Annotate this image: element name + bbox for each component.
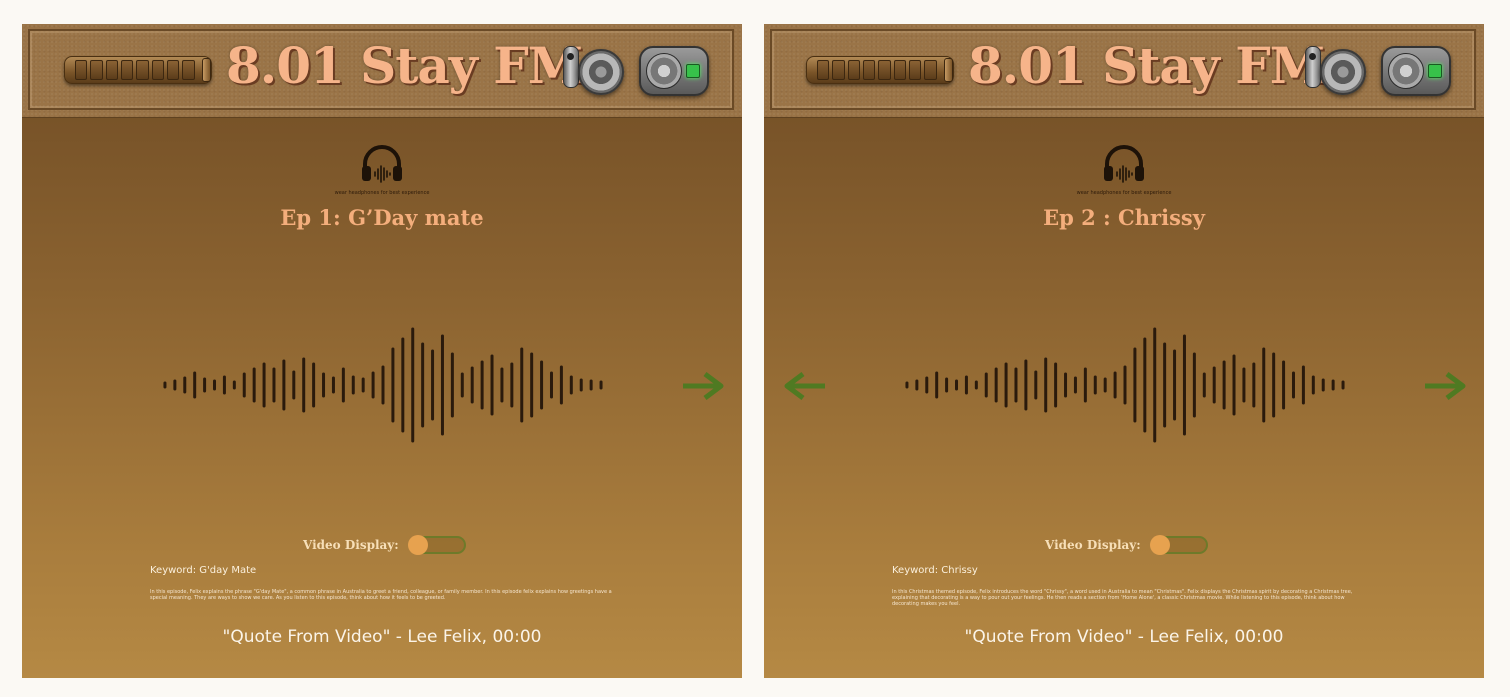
radio-header: 8.01 Stay FM (22, 24, 742, 118)
video-display-label: Video Display: (1045, 538, 1141, 552)
episode-quote: "Quote From Video" - Lee Felix, 00:00 (222, 627, 542, 647)
power-led-icon (1428, 64, 1442, 78)
episode-quote: "Quote From Video" - Lee Felix, 00:00 (964, 627, 1284, 647)
video-display-toggle[interactable] (407, 535, 466, 555)
arrow-right-icon[interactable] (1423, 371, 1467, 401)
speaker-icon (1320, 49, 1366, 95)
speaker-icon (578, 49, 624, 95)
episode-title: Ep 1: G’Day mate (280, 205, 484, 230)
volume-knob-icon[interactable] (1305, 46, 1321, 88)
episode-panel-2: 8.01 Stay FM wear headphones for best ex… (764, 24, 1484, 678)
video-display-label: Video Display: (303, 538, 399, 552)
episode-description: In this episode, Felix explains the phra… (150, 589, 612, 601)
episode-description: In this Christmas themed episode, Felix … (892, 589, 1353, 607)
keyword-text: Keyword: G'day Mate (150, 565, 257, 576)
video-display-row: Video Display: (1045, 533, 1208, 557)
radio-dial[interactable] (806, 56, 954, 84)
volume-knob-icon[interactable] (563, 46, 579, 88)
arrow-right-icon[interactable] (681, 371, 725, 401)
episode-panel-1: 8.01 Stay FM wear headphones for best ex… (22, 24, 742, 678)
tuner-knob-icon[interactable] (639, 46, 709, 96)
station-title: 8.01 Stay FM (226, 36, 583, 95)
headphones-icon (362, 145, 402, 183)
headphones-tip: wear headphones for best experience (1076, 190, 1172, 196)
headphones-icon (1104, 145, 1144, 183)
toggle-thumb (1149, 535, 1170, 555)
keyword-text: Keyword: Chrissy (892, 565, 978, 576)
headphones-tip: wear headphones for best experience (334, 190, 430, 196)
video-display-row: Video Display: (303, 533, 466, 557)
audio-waveform[interactable] (902, 322, 1348, 448)
radio-header: 8.01 Stay FM (764, 24, 1484, 118)
power-led-icon (686, 64, 700, 78)
audio-waveform[interactable] (160, 322, 606, 448)
video-display-toggle[interactable] (1149, 535, 1208, 555)
station-title: 8.01 Stay FM (968, 36, 1325, 95)
toggle-thumb (407, 535, 428, 555)
arrow-left-icon[interactable] (783, 371, 827, 401)
episode-title: Ep 2 : Chrissy (1043, 205, 1205, 230)
radio-dial[interactable] (64, 56, 212, 84)
tuner-knob-icon[interactable] (1381, 46, 1451, 96)
